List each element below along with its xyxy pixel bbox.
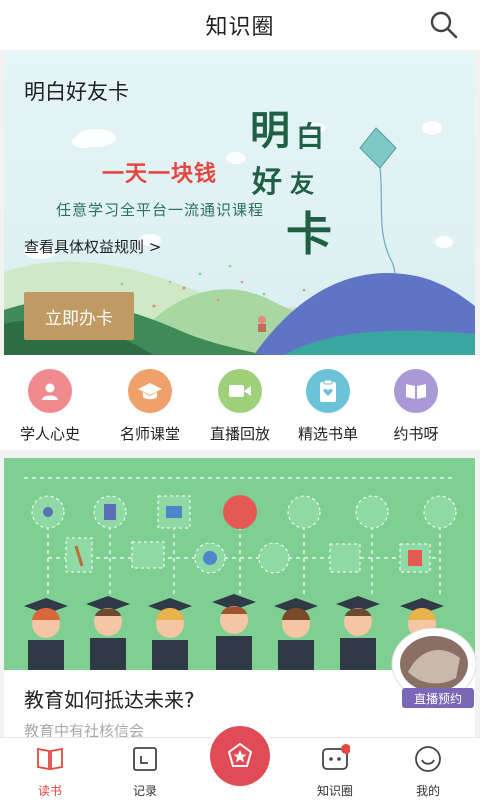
- svg-text:好: 好: [251, 165, 282, 200]
- benefit-rules-link[interactable]: 查看具体权益规则 >: [24, 236, 161, 257]
- category-yueshu[interactable]: 约书呀: [376, 369, 456, 444]
- page-title: 知识圈: [205, 15, 275, 40]
- nav-tab-reading[interactable]: 读书: [2, 744, 98, 799]
- live-reservation-badge[interactable]: 直播预约: [402, 688, 474, 708]
- calligraphy-title: 明 白 好 友 卡: [250, 107, 332, 260]
- feature-subtitle: 教育中有社核信会: [24, 722, 145, 738]
- calendar-icon: [133, 747, 157, 771]
- category-mingshi-ketang[interactable]: 名师课堂: [110, 369, 190, 444]
- banner-subtitle: 任意学习全平台一流通识课程: [56, 201, 265, 219]
- search-icon[interactable]: [428, 9, 460, 41]
- nav-label: 读书: [37, 784, 62, 798]
- top-bar: 知识圈: [0, 0, 480, 50]
- svg-text:友: 友: [290, 169, 314, 198]
- category-label: 学人心史: [19, 425, 80, 443]
- category-xueren-xinshi[interactable]: 学人心史: [10, 369, 90, 444]
- banner-card-title: 明白好友卡: [24, 80, 129, 104]
- svg-text:卡: 卡: [286, 207, 332, 260]
- category-live-replay[interactable]: 直播回放: [200, 369, 280, 444]
- category-booklist[interactable]: 精选书单: [288, 369, 368, 444]
- nav-label: 记录: [132, 784, 157, 798]
- clipboard-heart-icon: [306, 369, 350, 413]
- category-label: 约书呀: [393, 425, 439, 443]
- chat-bubble-icon: [322, 744, 351, 770]
- open-book-icon: [394, 369, 438, 413]
- svg-text:明: 明: [250, 107, 290, 154]
- person-icon: [28, 369, 72, 413]
- nav-tab-record[interactable]: 记录: [97, 744, 193, 799]
- center-action-button[interactable]: [210, 726, 270, 786]
- smiley-icon: [415, 746, 441, 772]
- video-camera-icon: [218, 369, 262, 413]
- svg-text:白: 白: [296, 120, 324, 153]
- category-label: 直播回放: [209, 425, 270, 443]
- feature-title: 教育如何抵达未来?: [24, 688, 195, 712]
- nav-tab-mine[interactable]: 我的: [380, 744, 476, 799]
- nav-tab-knowledge[interactable]: 知识圈: [287, 744, 383, 799]
- friend-card-banner[interactable]: 明 白 好 友 卡 明白好友卡 一天一块钱 任意学习全平台一流通识课程 查看具体…: [4, 52, 475, 355]
- nav-label: 我的: [415, 784, 440, 798]
- graduation-cap-icon: [128, 369, 172, 413]
- book-icon: [37, 747, 63, 771]
- apply-card-button[interactable]: 立即办卡: [24, 292, 134, 340]
- nav-label: 知识圈: [316, 784, 353, 798]
- category-label: 精选书单: [297, 425, 358, 443]
- category-row: 学人心史 名师课堂 直播回放 精选书单 约书呀: [0, 355, 480, 450]
- banner-slogan: 一天一块钱: [102, 162, 218, 187]
- star-badge-icon: [227, 742, 253, 767]
- category-label: 名师课堂: [119, 425, 180, 443]
